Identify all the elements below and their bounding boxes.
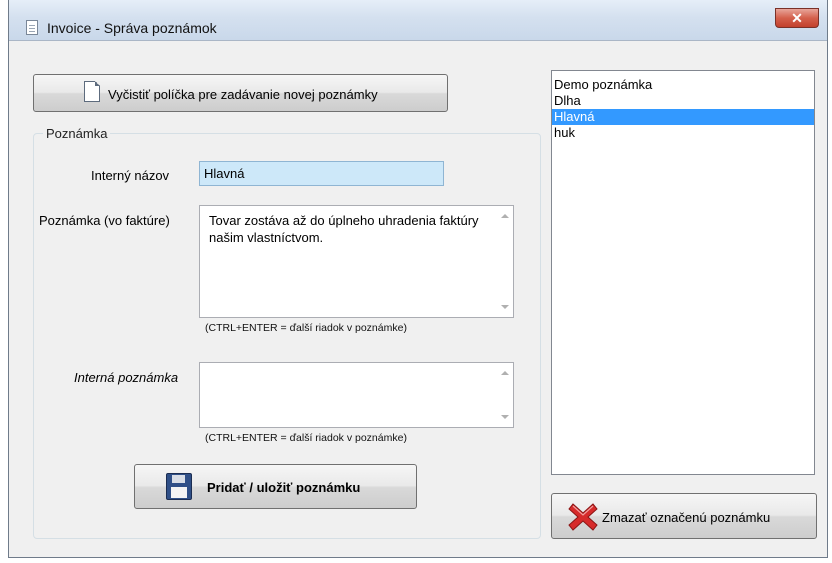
note-label: Poznámka (vo faktúre) (39, 213, 170, 228)
clear-fields-label: Vyčistiť políčka pre zadávanie novej poz… (108, 87, 378, 102)
save-note-button[interactable]: Pridať / uložiť poznámku (134, 464, 417, 509)
clear-fields-button[interactable]: Vyčistiť políčka pre zadávanie novej poz… (33, 74, 448, 112)
notes-listbox[interactable]: Demo poznámka Dlha Hlavná huk (551, 70, 815, 475)
app-window: Invoice - Správa poznámok ✕ Vyčistiť pol… (8, 0, 828, 558)
internal-name-input[interactable]: Hlavná (199, 161, 444, 186)
scroll-up-icon[interactable] (501, 214, 509, 218)
note-textarea[interactable]: Tovar zostáva až do úplneho uhradenia fa… (199, 205, 514, 318)
scroll-up-icon[interactable] (501, 371, 509, 375)
internal-name-label: Interný názov (91, 168, 170, 183)
note-scrollbar[interactable] (496, 206, 513, 317)
note-hint: (CTRL+ENTER = ďalší riadok v poznámke) (205, 322, 407, 334)
list-item[interactable]: huk (552, 125, 814, 141)
note-group-title: Poznámka (43, 126, 111, 141)
document-icon (84, 81, 100, 102)
red-x-icon (568, 503, 598, 531)
scroll-down-icon[interactable] (501, 305, 509, 309)
close-button[interactable]: ✕ (775, 8, 819, 28)
window-title: Invoice - Správa poznámok (47, 20, 217, 36)
delete-note-label: Zmazať označenú poznámku (602, 510, 771, 525)
floppy-disk-icon (166, 473, 192, 500)
scroll-down-icon[interactable] (501, 415, 509, 419)
internal-note-label: Interná poznámka (74, 370, 179, 385)
save-note-label: Pridať / uložiť poznámku (207, 480, 361, 495)
title-bar[interactable]: Invoice - Správa poznámok ✕ (9, 0, 827, 41)
list-item[interactable]: Dlha (552, 93, 814, 109)
internal-note-textarea[interactable] (199, 362, 514, 428)
list-item[interactable]: Demo poznámka (552, 77, 814, 93)
internal-note-scrollbar[interactable] (496, 363, 513, 427)
window-document-icon (26, 20, 38, 35)
note-text: Tovar zostáva až do úplneho uhradenia fa… (209, 213, 479, 245)
list-item-selected[interactable]: Hlavná (552, 109, 814, 125)
delete-note-button[interactable]: Zmazať označenú poznámku (551, 493, 817, 539)
internal-note-hint: (CTRL+ENTER = ďalší riadok v poznámke) (205, 432, 407, 444)
